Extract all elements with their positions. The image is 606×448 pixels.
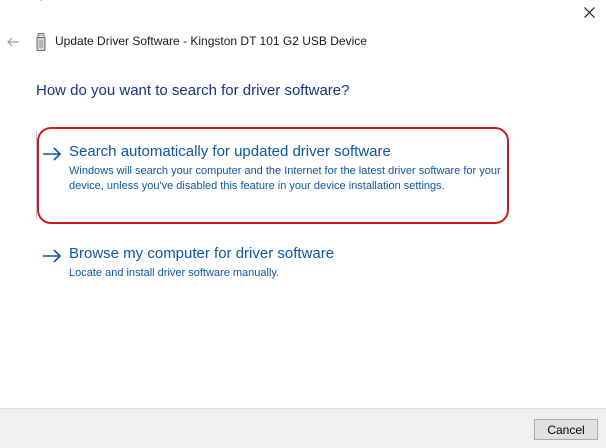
cancel-button[interactable]: Cancel (534, 419, 598, 440)
option-focus-edge (36, 131, 37, 219)
option-description: Locate and install driver software manua… (69, 267, 280, 279)
top-edge-mark-icon (40, 0, 42, 2)
dialog-footer: Cancel (0, 408, 606, 448)
close-icon (583, 6, 595, 18)
back-arrow-icon (7, 37, 19, 47)
right-arrow-icon (43, 249, 62, 263)
option-description: Windows will search your computer and th… (69, 165, 501, 192)
usb-drive-icon (36, 33, 46, 51)
right-arrow-icon (43, 147, 62, 161)
back-button[interactable] (4, 32, 22, 52)
update-driver-dialog: Update Driver Software - Kingston DT 101… (0, 0, 606, 448)
page-heading: How do you want to search for driver sof… (36, 82, 350, 99)
close-button[interactable] (572, 0, 606, 24)
option-title: Search automatically for updated driver … (69, 143, 391, 160)
dialog-title: Update Driver Software - Kingston DT 101… (55, 34, 367, 48)
option-title: Browse my computer for driver software (69, 245, 335, 262)
